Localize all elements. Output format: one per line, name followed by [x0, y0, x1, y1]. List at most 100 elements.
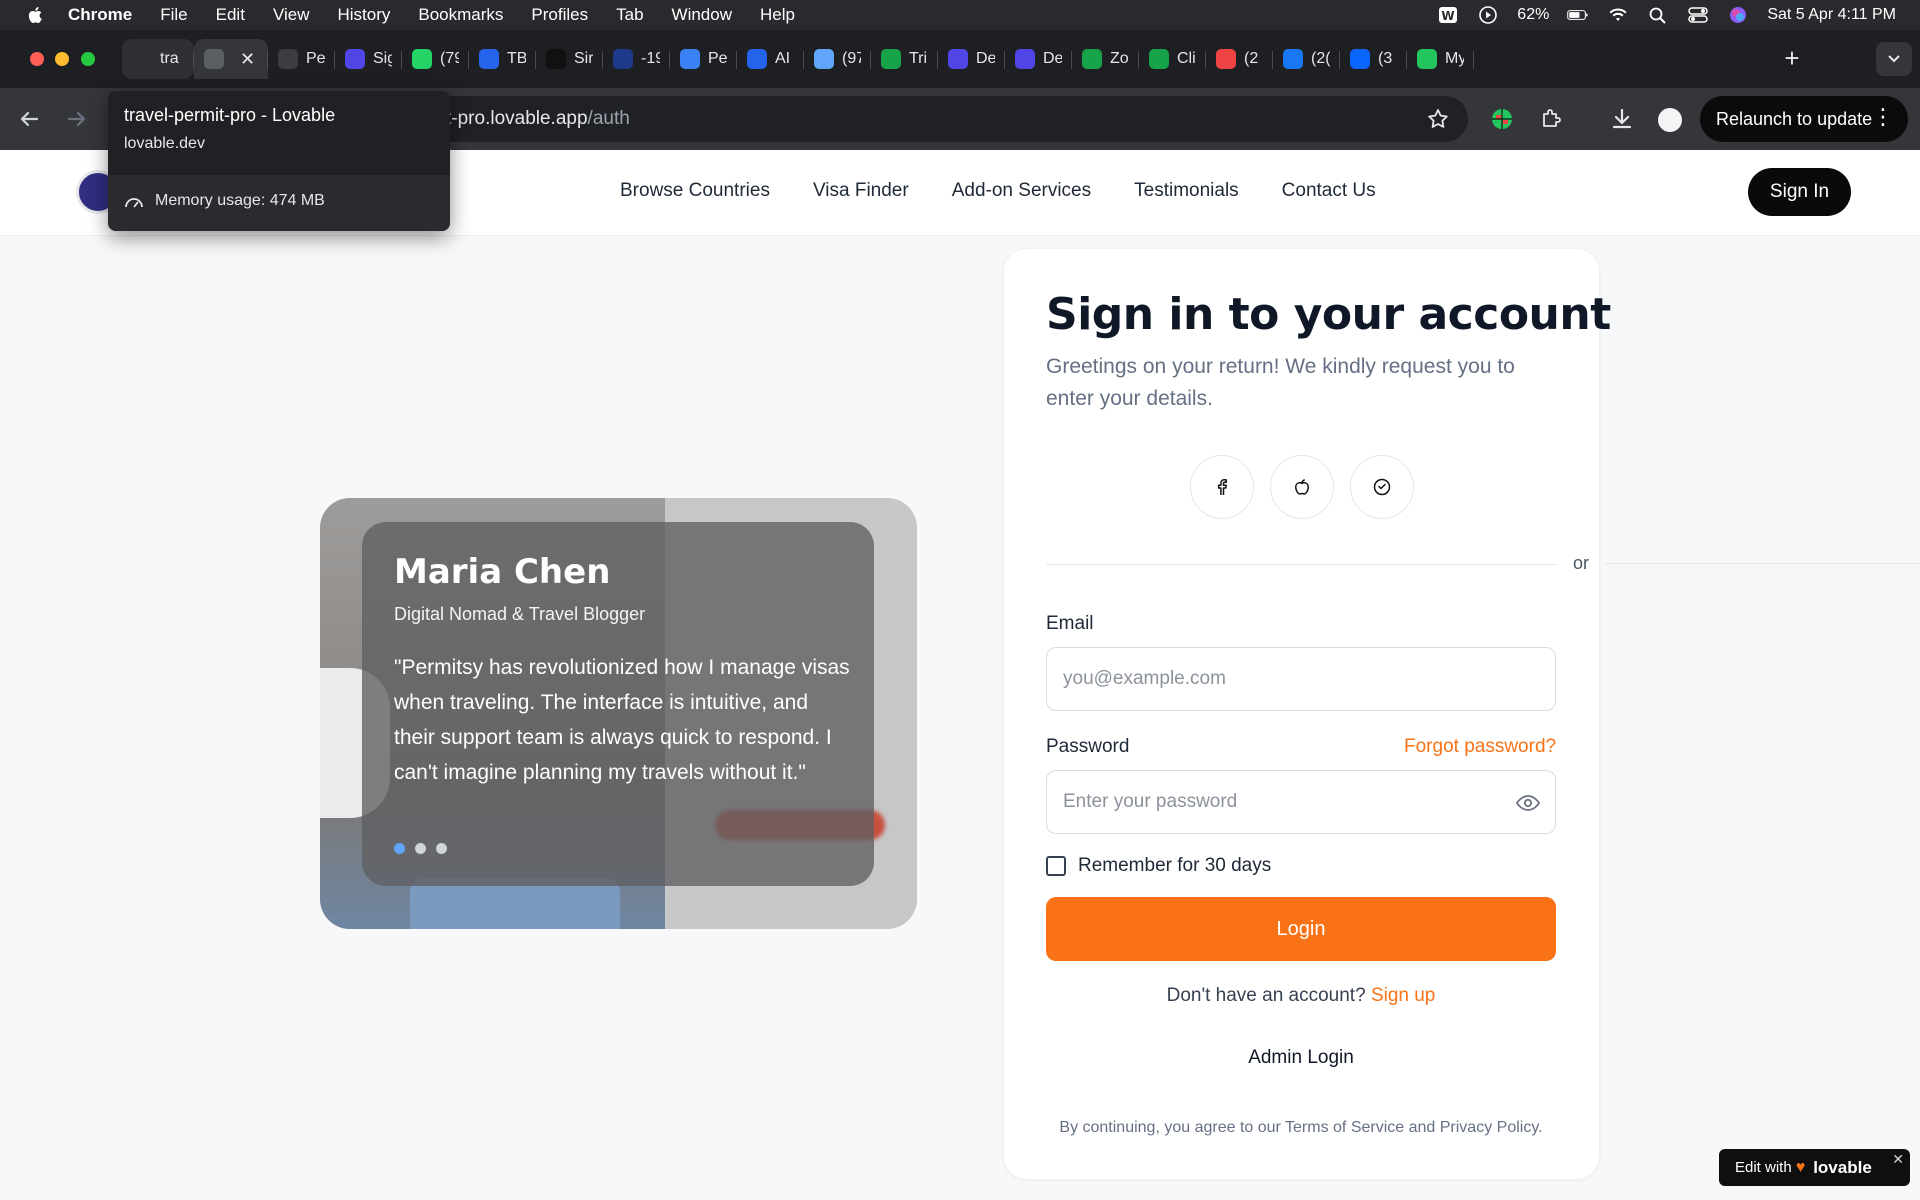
browser-tab[interactable]: (3 — [1340, 39, 1407, 79]
password-placeholder: Enter your password — [1063, 791, 1238, 812]
menu-chrome[interactable]: Chrome — [68, 5, 132, 25]
admin-login-link[interactable]: Admin Login — [1004, 1047, 1598, 1069]
login-button[interactable]: Login — [1046, 897, 1556, 961]
header-sign-in-button[interactable]: Sign In — [1748, 168, 1851, 216]
tab-favicon-icon — [680, 49, 700, 69]
profile-avatar[interactable] — [1658, 108, 1682, 132]
tab-search-button[interactable] — [1876, 42, 1912, 76]
browser-tab[interactable]: TB — [469, 39, 536, 79]
menu-profiles[interactable]: Profiles — [531, 5, 588, 25]
browser-tab[interactable]: Sig — [335, 39, 402, 79]
menu-file[interactable]: File — [160, 5, 187, 25]
more-vert-icon[interactable]: ⋮ — [1872, 106, 1894, 128]
browser-tab[interactable]: (79 — [402, 39, 469, 79]
tab-favicon-icon — [1417, 49, 1437, 69]
tab-title: TB — [507, 50, 526, 67]
browser-tab[interactable]: (2( — [1273, 39, 1340, 79]
battery-icon[interactable] — [1567, 5, 1589, 25]
or-divider-extension — [1605, 563, 1920, 564]
wifi-icon[interactable] — [1607, 5, 1629, 25]
github-login-button[interactable] — [1350, 455, 1414, 519]
nav-addon-services[interactable]: Add-on Services — [952, 180, 1091, 202]
email-field[interactable]: you@example.com — [1046, 647, 1556, 711]
browser-tab[interactable]: Sir — [536, 39, 603, 79]
tab-title: (2 — [1244, 50, 1259, 67]
tab-favicon-icon — [814, 49, 834, 69]
edit-with-lovable-badge[interactable]: Edit with ♥ lovable ✕ — [1719, 1149, 1910, 1186]
tab-favicon-icon — [278, 49, 298, 69]
browser-tab-strip: tra ✕ Pe Sig (79 TB Sir -19 Pe AI (97 Tri De De Zo Cli (… — [0, 30, 1920, 88]
window-close-button[interactable] — [30, 52, 44, 66]
browser-tab[interactable]: tra — [122, 39, 194, 79]
svg-text:W: W — [1442, 9, 1455, 23]
password-field[interactable]: Enter your password — [1046, 770, 1556, 834]
apple-icon[interactable] — [26, 5, 46, 25]
word-icon[interactable]: W — [1437, 5, 1459, 25]
new-tab-button[interactable]: + — [1772, 38, 1812, 78]
tab-title: (2( — [1311, 50, 1330, 67]
control-center-icon[interactable] — [1687, 5, 1709, 25]
browser-tab[interactable]: (97 — [804, 39, 871, 79]
back-button[interactable] — [14, 104, 44, 134]
browser-tab[interactable]: De — [938, 39, 1005, 79]
relaunch-button[interactable]: Relaunch to update ⋮ — [1700, 96, 1908, 142]
apple-login-button[interactable] — [1270, 455, 1334, 519]
tab-active[interactable]: ✕ — [194, 39, 268, 79]
tab-favicon-icon — [1216, 49, 1236, 69]
menu-window[interactable]: Window — [672, 5, 732, 25]
browser-tab[interactable]: De — [1005, 39, 1072, 79]
carousel-dot[interactable] — [394, 843, 405, 854]
tab-title: Sir — [574, 50, 593, 67]
facebook-login-button[interactable] — [1190, 455, 1254, 519]
browser-tab[interactable]: Pe — [670, 39, 737, 79]
forward-button[interactable] — [62, 104, 92, 134]
extension-globe-icon[interactable] — [1489, 106, 1515, 132]
menu-history[interactable]: History — [337, 5, 390, 25]
tab-title: Pe — [708, 50, 727, 67]
siri-icon[interactable] — [1727, 5, 1749, 25]
forgot-password-link[interactable]: Forgot password? — [1404, 736, 1556, 758]
carousel-dot[interactable] — [436, 843, 447, 854]
tab-title: tra — [160, 50, 179, 67]
browser-tab[interactable]: Tri — [871, 39, 938, 79]
eye-icon[interactable] — [1515, 791, 1541, 815]
menu-tab[interactable]: Tab — [616, 5, 643, 25]
tab-favicon-icon — [747, 49, 767, 69]
signin-panel: Sign in to your account Greetings on you… — [1003, 248, 1611, 1180]
signup-prompt: Don't have an account? Sign up — [1004, 985, 1598, 1007]
or-divider — [1046, 564, 1556, 565]
nav-contact-us[interactable]: Contact Us — [1282, 180, 1376, 202]
tab-title: Zo — [1110, 50, 1129, 67]
browser-tab[interactable]: My — [1407, 39, 1474, 79]
spotlight-search-icon[interactable] — [1647, 5, 1669, 25]
tab-close-icon[interactable]: ✕ — [240, 49, 255, 70]
play-icon[interactable] — [1477, 5, 1499, 25]
download-icon[interactable] — [1609, 106, 1635, 132]
extensions-puzzle-icon[interactable] — [1538, 106, 1564, 132]
browser-tab[interactable]: -19 — [603, 39, 670, 79]
nav-browse-countries[interactable]: Browse Countries — [620, 180, 770, 202]
tab-favicon-icon — [546, 49, 566, 69]
menu-help[interactable]: Help — [760, 5, 795, 25]
tooltip-memory: Memory usage: 474 MB — [155, 192, 325, 209]
badge-close-icon[interactable]: ✕ — [1892, 1151, 1904, 1168]
bookmark-star-icon[interactable] — [1426, 107, 1450, 131]
signin-title: Sign in to your account — [1046, 289, 1611, 340]
nav-visa-finder[interactable]: Visa Finder — [813, 180, 909, 202]
carousel-dot[interactable] — [415, 843, 426, 854]
tab-favicon-icon — [479, 49, 499, 69]
signup-link[interactable]: Sign up — [1371, 985, 1435, 1006]
window-zoom-button[interactable] — [81, 52, 95, 66]
menu-bookmarks[interactable]: Bookmarks — [418, 5, 503, 25]
nav-testimonials[interactable]: Testimonials — [1134, 180, 1239, 202]
browser-tab[interactable]: Zo — [1072, 39, 1139, 79]
menu-edit[interactable]: Edit — [216, 5, 245, 25]
browser-tab[interactable]: (2 — [1206, 39, 1273, 79]
window-minimize-button[interactable] — [55, 52, 69, 66]
browser-tab[interactable]: Cli — [1139, 39, 1206, 79]
battery-percent: 62% — [1517, 6, 1550, 23]
browser-tab[interactable]: AI — [737, 39, 804, 79]
menu-view[interactable]: View — [273, 5, 310, 25]
remember-checkbox[interactable] — [1046, 856, 1066, 876]
browser-tab[interactable]: Pe — [268, 39, 335, 79]
